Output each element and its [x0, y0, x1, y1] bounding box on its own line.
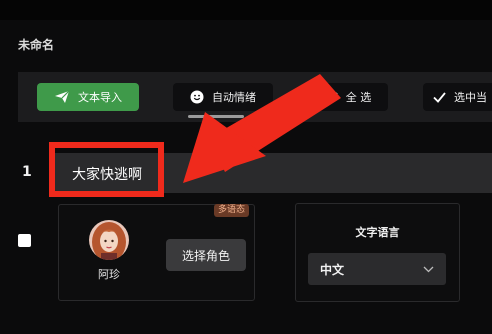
toolbar: 文本导入 自动情绪 全 选 选中当: [18, 72, 492, 122]
select-current-label: 选中当: [454, 91, 487, 104]
language-select-value: 中文: [320, 262, 345, 277]
auto-emotion-button[interactable]: 自动情绪: [173, 83, 273, 111]
send-icon: [55, 90, 70, 103]
check-icon: [433, 91, 446, 103]
smiley-icon: [190, 90, 204, 104]
row-checkbox[interactable]: [18, 234, 31, 247]
text-language-label: 文字语言: [355, 226, 400, 239]
check-icon: [325, 91, 338, 103]
top-bar: [0, 0, 492, 20]
character-name: 阿珍: [98, 268, 120, 281]
text-import-button[interactable]: 文本导入: [37, 83, 139, 111]
toolbar-scroll-indicator[interactable]: [188, 115, 244, 118]
auto-emotion-label: 自动情绪: [212, 91, 256, 104]
text-import-label: 文本导入: [78, 91, 122, 104]
page-title: 未命名: [18, 38, 55, 52]
avatar: [89, 220, 129, 260]
select-all-button[interactable]: 全 选: [308, 83, 388, 111]
language-select[interactable]: 中文: [308, 253, 446, 285]
choose-character-button[interactable]: 选择角色: [166, 239, 246, 271]
multilingual-badge: 多语态: [214, 204, 250, 217]
chevron-down-icon: [423, 266, 434, 272]
row-number: 1: [22, 164, 32, 180]
highlight-box: [49, 142, 164, 197]
select-current-button[interactable]: 选中当: [423, 83, 492, 111]
select-all-label: 全 选: [345, 91, 372, 104]
